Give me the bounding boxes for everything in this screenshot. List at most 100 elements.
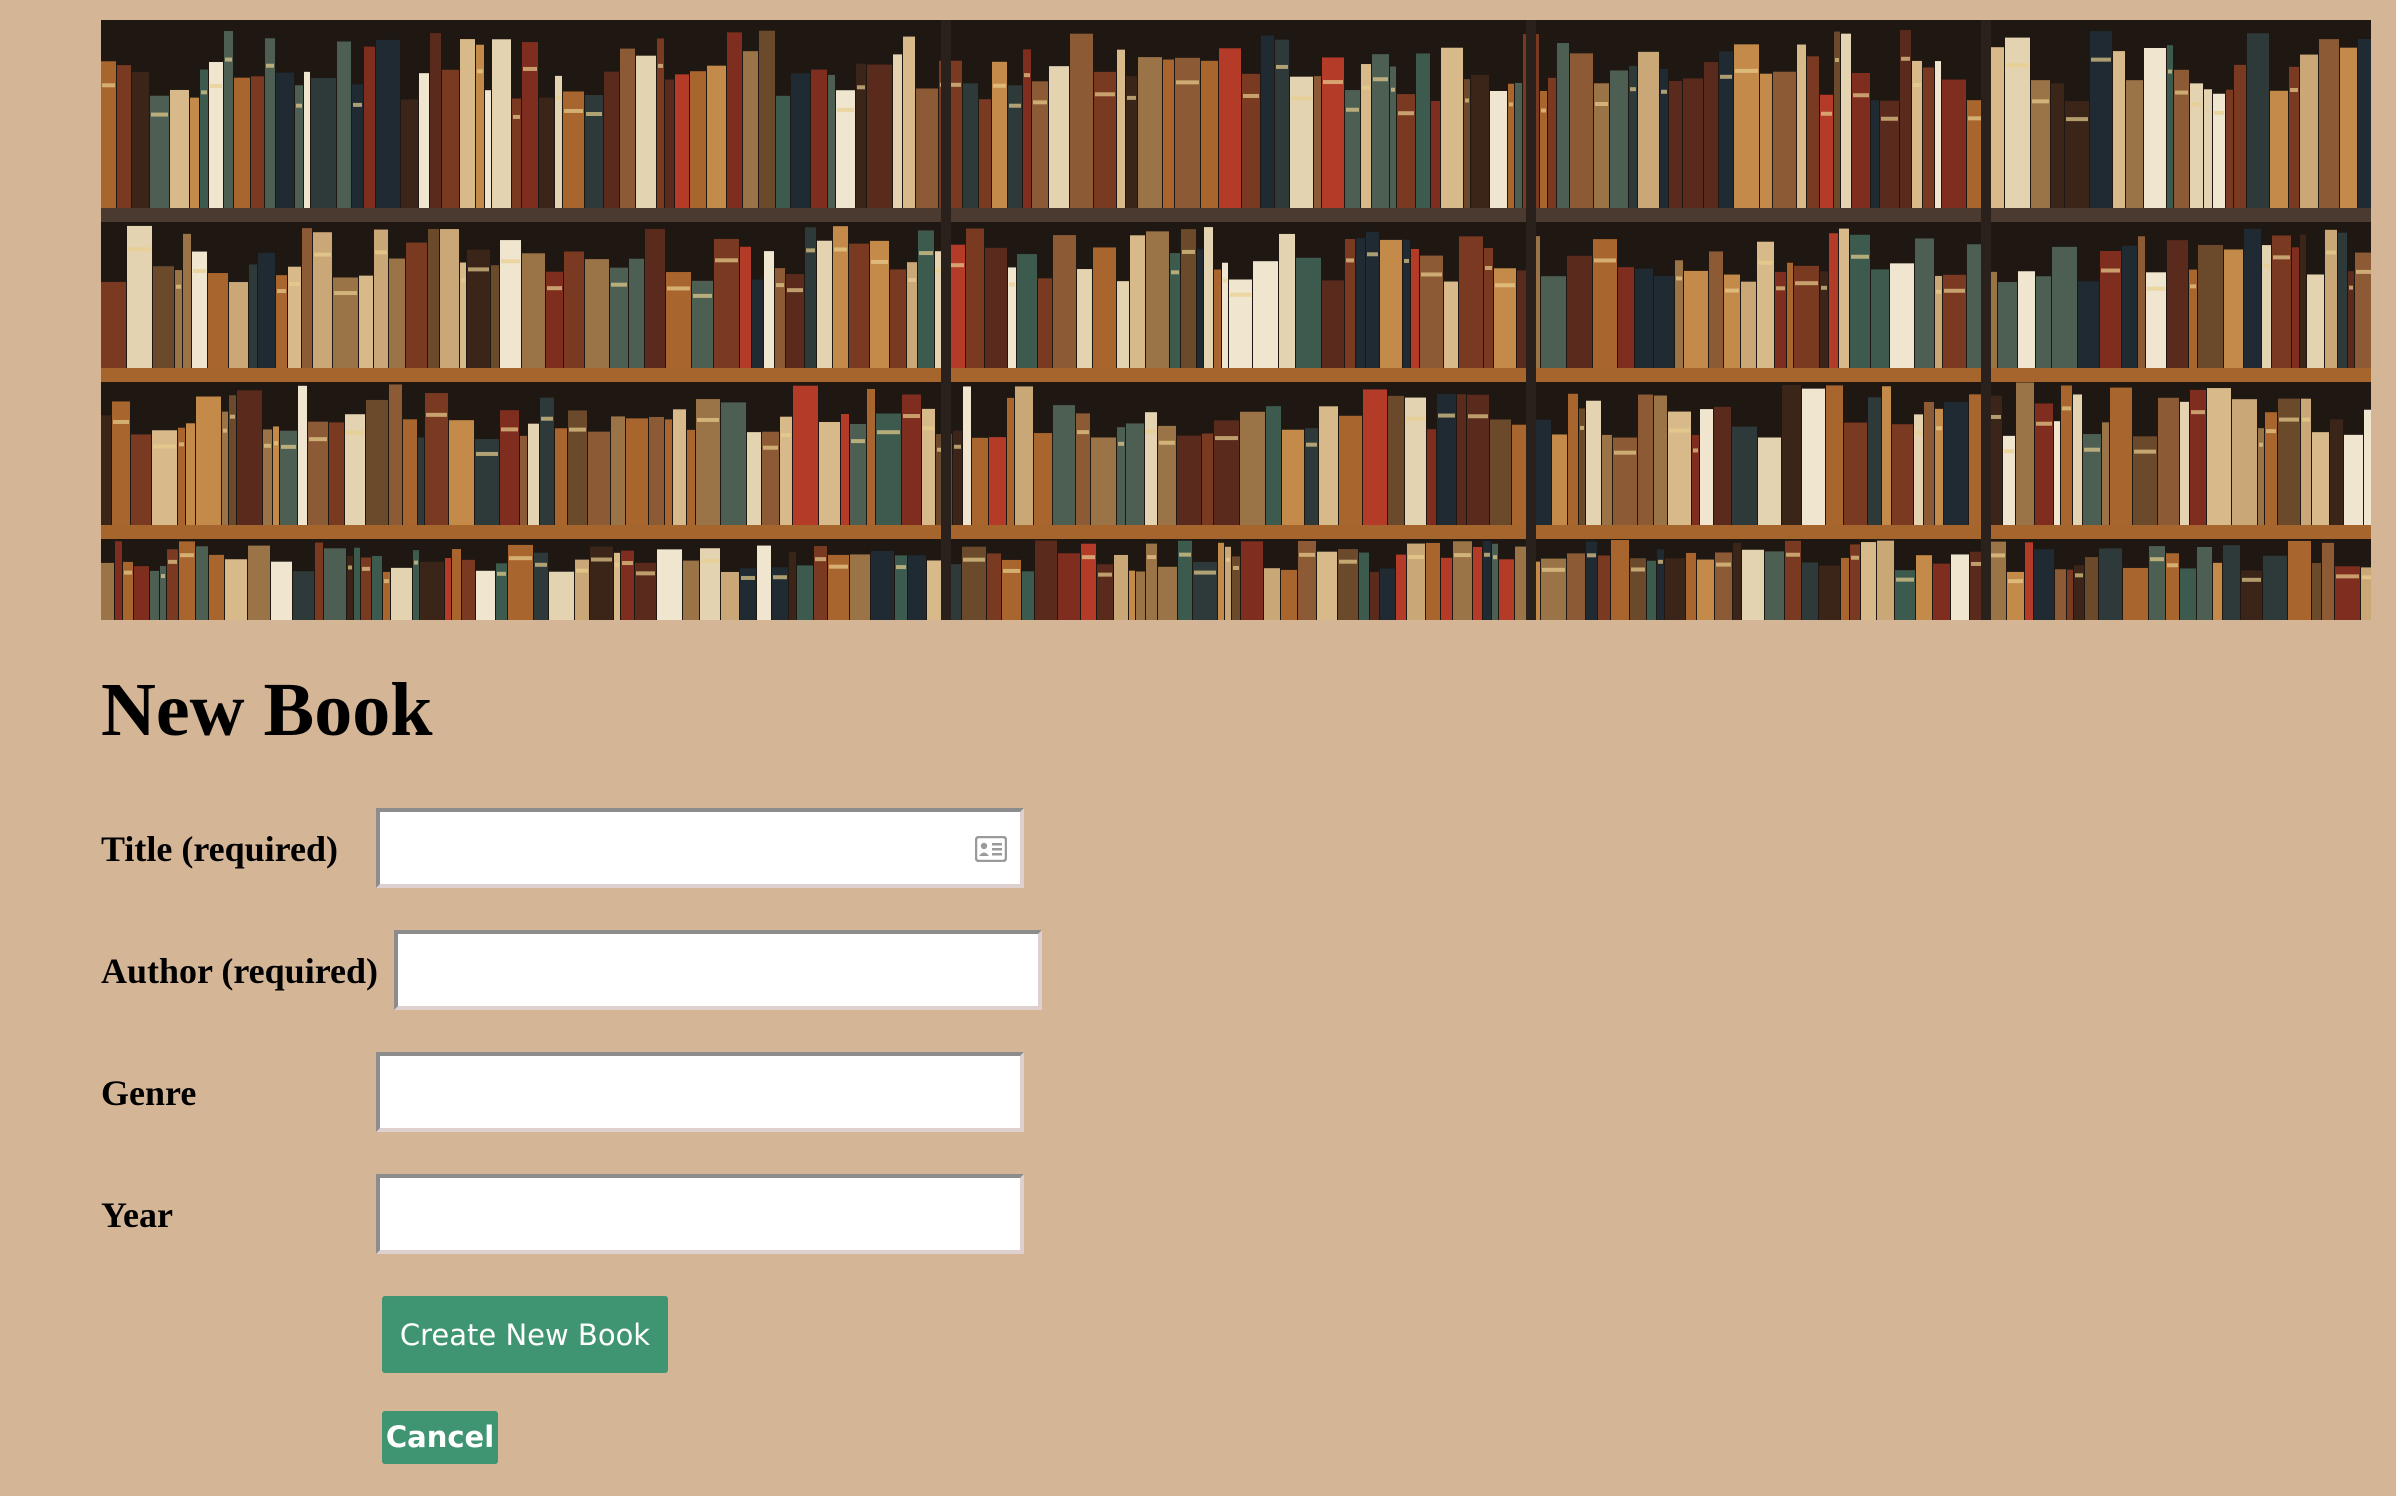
book-band: [1465, 98, 1469, 103]
year-input[interactable]: [376, 1174, 1024, 1254]
book-spine: [2232, 399, 2257, 525]
book-band: [1398, 111, 1414, 116]
book-spine: [418, 437, 424, 525]
book-spine: [645, 228, 665, 368]
book-band: [180, 553, 194, 558]
book-band: [1147, 555, 1156, 560]
genre-input[interactable]: [376, 1052, 1024, 1132]
book-spine: [1882, 386, 1891, 525]
book-spine: [485, 90, 491, 208]
book-spine: [491, 265, 499, 368]
book-spine: [337, 41, 351, 208]
book-spine: [1829, 233, 1838, 368]
book-spine: [828, 74, 835, 208]
book-band: [1346, 258, 1354, 263]
book-band: [963, 557, 985, 562]
book-spine: [665, 79, 674, 208]
book-spine: [1647, 560, 1656, 620]
book-spine: [1618, 267, 1634, 368]
book-spine: [721, 402, 746, 525]
book-spine: [2054, 421, 2060, 525]
book-spine: [2330, 419, 2343, 525]
book-spine: [1741, 281, 1756, 368]
book-spine: [1314, 76, 1321, 208]
shelf-divider: [1981, 20, 1991, 620]
book-band: [871, 259, 888, 264]
book-spine: [1499, 559, 1514, 620]
book-spine: [496, 563, 507, 620]
genre-label: Genre: [101, 1073, 197, 1113]
book-band: [2362, 575, 2371, 580]
book-spine: [721, 571, 739, 620]
book-band: [476, 451, 498, 456]
book-spine: [391, 567, 412, 620]
book-spine: [1942, 79, 1966, 208]
book-spine: [1877, 540, 1894, 620]
book-spine: [406, 242, 427, 368]
book-spine: [1253, 261, 1278, 368]
book-spine: [2102, 422, 2109, 525]
book-spine: [1441, 557, 1452, 620]
book-spine: [1146, 231, 1169, 368]
book-spine: [364, 46, 375, 208]
book-band: [1159, 440, 1175, 445]
book-band: [1003, 568, 1020, 573]
author-input[interactable]: [394, 930, 1042, 1010]
book-band: [1468, 414, 1488, 419]
book-spine: [1700, 409, 1713, 525]
book-spine: [1669, 80, 1682, 208]
book-spine: [500, 240, 521, 368]
book-spine: [673, 409, 686, 525]
book-band: [1406, 416, 1425, 421]
book-spine: [462, 559, 475, 620]
book-band: [2075, 573, 2083, 578]
book-spine: [2073, 394, 2082, 525]
book-spine: [1411, 248, 1419, 368]
book-band: [1454, 553, 1471, 558]
book-spine: [249, 264, 257, 368]
book-spine: [867, 64, 892, 208]
book-band: [564, 108, 583, 113]
cancel-button[interactable]: Cancel: [382, 1411, 498, 1464]
book-spine: [2258, 428, 2264, 525]
title-input[interactable]: [376, 808, 1024, 888]
book-spine: [492, 39, 511, 208]
book-band: [829, 564, 848, 569]
book-band: [1669, 428, 1690, 433]
book-spine: [707, 65, 726, 208]
book-band: [1614, 450, 1636, 455]
book-spine: [276, 72, 294, 208]
book-spine: [2364, 409, 2371, 525]
book-spine: [2344, 434, 2363, 525]
create-new-book-button[interactable]: Create New Book: [382, 1296, 668, 1373]
book-band: [1291, 96, 1312, 101]
book-spine: [989, 437, 1006, 525]
book-spine: [1714, 406, 1731, 525]
book-spine: [366, 399, 388, 525]
book-spine: [1686, 552, 1696, 620]
book-spine: [2031, 80, 2050, 208]
book-spine: [1568, 393, 1578, 525]
book-band: [2167, 563, 2178, 568]
book-spine: [1359, 552, 1369, 620]
book-band: [2279, 417, 2299, 422]
book-spine: [604, 71, 619, 208]
book-spine: [2213, 93, 2225, 208]
book-spine: [1935, 61, 1941, 208]
book-band: [151, 112, 168, 117]
book-spine: [1704, 62, 1718, 208]
book-band: [636, 571, 655, 576]
book-spine: [403, 419, 417, 525]
book-band: [1936, 426, 1942, 431]
book-band: [715, 258, 738, 263]
book-band: [353, 102, 362, 107]
book-spine: [1129, 570, 1135, 620]
book-spine: [683, 560, 699, 620]
book-spine: [1826, 385, 1843, 525]
book-spine: [420, 561, 444, 620]
book-spine: [585, 259, 609, 368]
book-spine: [522, 253, 545, 368]
book-spine: [700, 548, 720, 620]
book-band: [176, 284, 181, 289]
book-band: [1306, 442, 1317, 447]
